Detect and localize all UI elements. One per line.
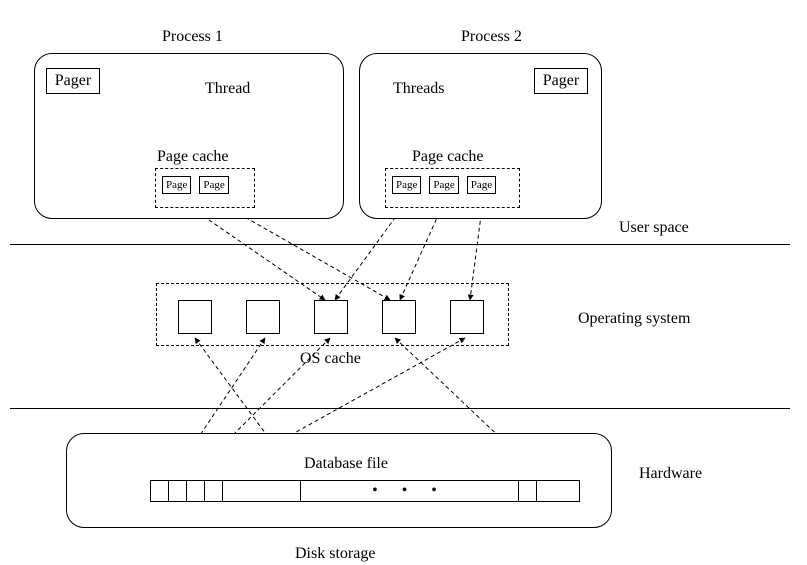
divider-os-hw [10, 408, 790, 409]
page-box: Page [429, 176, 458, 194]
os-cache-slot [382, 300, 416, 334]
pager-box-p1: Pager [46, 68, 100, 94]
page-cache-box-p1: Page Page [155, 168, 255, 208]
disk-seg [205, 481, 223, 501]
disk-file: • • • [150, 480, 580, 502]
pager-label: Pager [55, 72, 91, 89]
page-cache-label-p1: Page cache [157, 148, 229, 166]
page-box: Page [199, 176, 228, 194]
disk-seg [169, 481, 187, 501]
os-cache-slot [178, 300, 212, 334]
disk-seg [151, 481, 169, 501]
threads-label-p2: Threads [393, 80, 445, 98]
os-cache-slot [246, 300, 280, 334]
disk-seg [537, 481, 579, 501]
pager-label: Pager [543, 72, 579, 89]
page-cache-box-p2: Page Page Page [385, 168, 520, 208]
disk-storage-label: Disk storage [295, 545, 375, 563]
page-box: Page [162, 176, 191, 194]
disk-seg [223, 481, 301, 501]
database-file-label: Database file [304, 455, 388, 473]
user-space-label: User space [619, 219, 689, 237]
diagram-root: Process 1 Process 2 Pager Thread Page ca… [0, 0, 807, 565]
os-cache-slot [314, 300, 348, 334]
divider-user-os [10, 244, 790, 245]
disk-seg [519, 481, 537, 501]
process-1-title: Process 1 [162, 28, 223, 46]
hardware-label: Hardware [639, 465, 702, 483]
operating-system-label: Operating system [578, 310, 690, 328]
page-box: Page [467, 176, 496, 194]
os-cache-label: OS cache [300, 350, 361, 368]
page-box: Page [392, 176, 421, 194]
thread-label-p1: Thread [205, 80, 250, 98]
page-cache-label-p2: Page cache [412, 148, 484, 166]
pager-box-p2: Pager [534, 68, 588, 94]
process-2-title: Process 2 [461, 28, 522, 46]
disk-dots: • • • [301, 481, 519, 501]
disk-seg [187, 481, 205, 501]
os-cache-slot [450, 300, 484, 334]
